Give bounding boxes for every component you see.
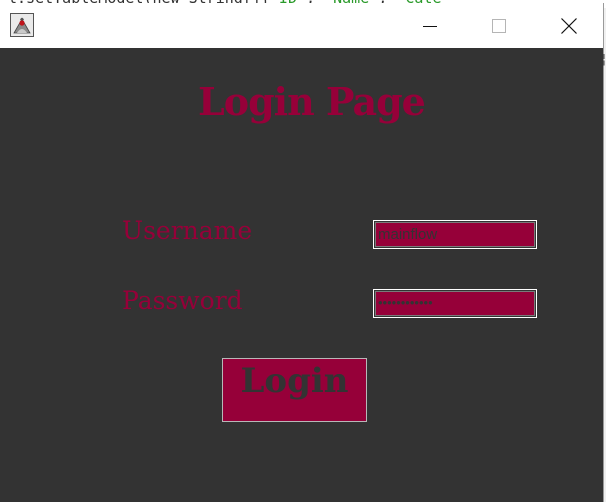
username-field[interactable]: mainflow [373,220,537,249]
password-label: Password [122,286,243,315]
password-input[interactable]: •••••••••••• [375,291,535,316]
background-edge-glyph: ¦ [600,52,606,67]
login-window: Login Page Username mainflow Password ••… [0,3,604,502]
page-title: Login Page [198,79,426,124]
close-button[interactable] [546,3,592,48]
username-label: Username [122,216,253,245]
minimize-icon [423,25,437,27]
login-button-label: Login [240,361,349,401]
window-titlebar[interactable] [0,3,603,48]
password-field[interactable]: •••••••••••• [373,289,537,318]
java-coffee-cup-icon[interactable] [10,13,34,37]
maximize-button[interactable] [476,3,522,48]
close-icon [561,17,577,34]
login-button[interactable]: Login [222,358,367,422]
minimize-button[interactable] [407,3,453,48]
username-input[interactable]: mainflow [375,222,535,247]
maximize-icon [492,18,506,33]
